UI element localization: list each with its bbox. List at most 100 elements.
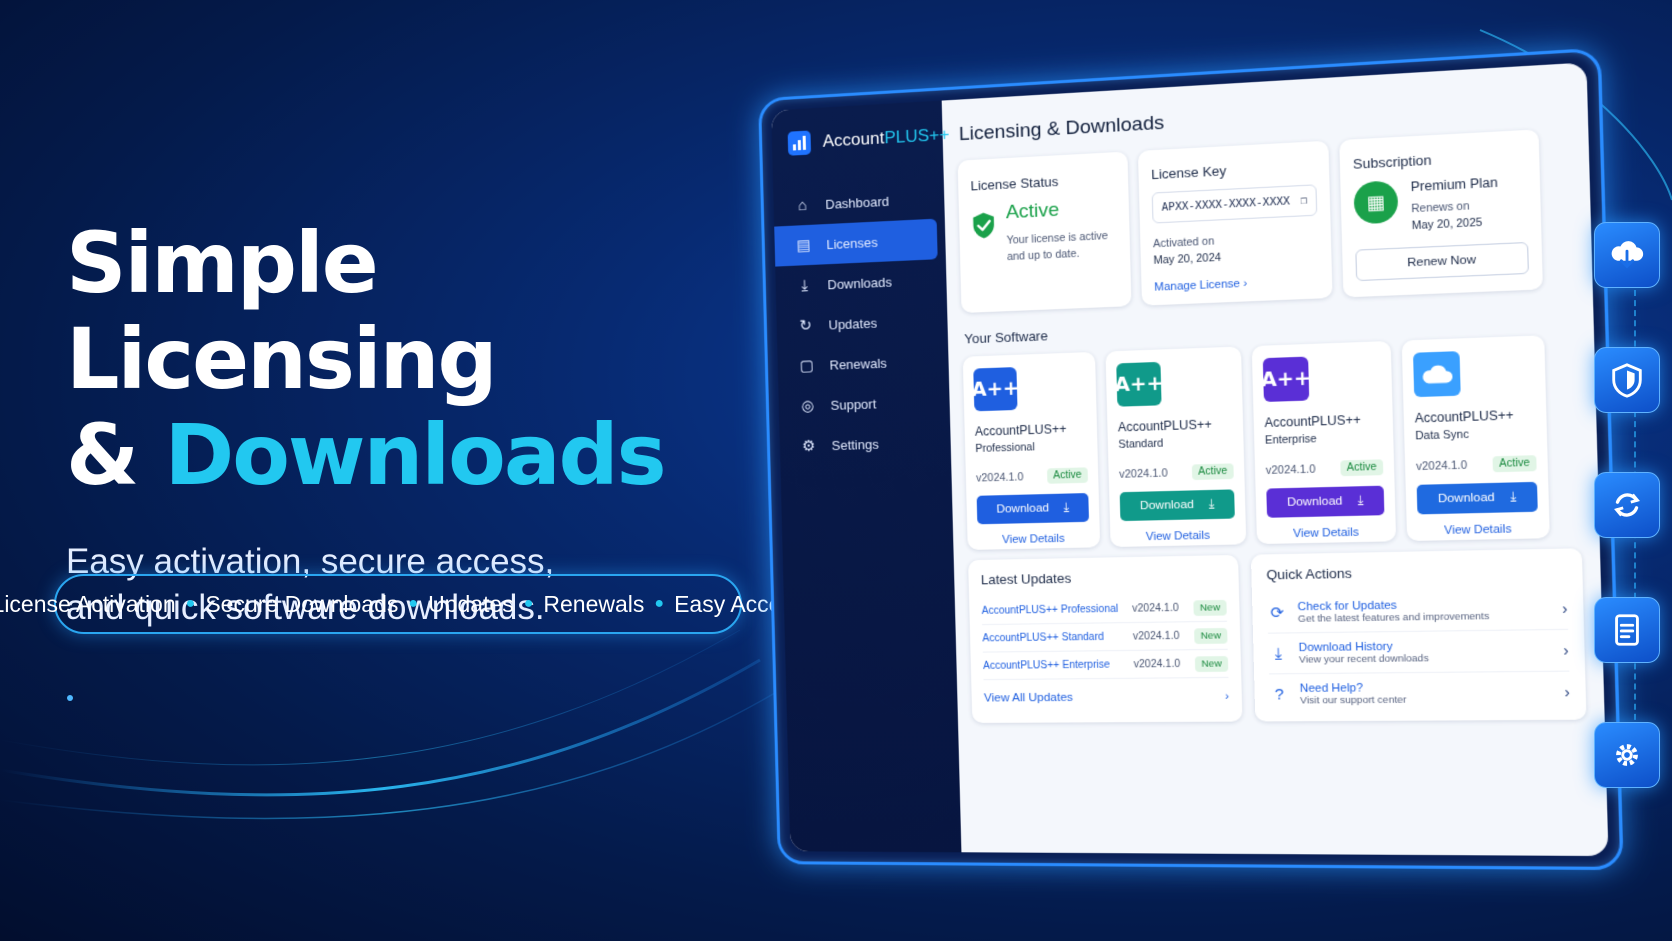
download-button[interactable]: Download ⤓ xyxy=(976,493,1090,525)
cloud-icon xyxy=(1413,351,1461,398)
download-label: Download xyxy=(1437,491,1495,506)
download-icon: ⤓ xyxy=(1063,501,1070,514)
sidebar-item-label: Licenses xyxy=(826,234,878,252)
software-version: v2024.1.0 xyxy=(1265,462,1316,477)
chevron-right-icon: › xyxy=(1224,690,1230,703)
manage-license-link[interactable]: Manage License › xyxy=(1154,274,1319,293)
gear-icon xyxy=(1594,722,1660,788)
update-row[interactable]: AccountPLUS++ Professional v2024.1.0 New xyxy=(981,593,1227,626)
software-edition: Enterprise xyxy=(1264,432,1317,447)
software-card-enterprise: A++ AccountPLUS++ Enterprise v2024.1.0 Act… xyxy=(1251,340,1397,545)
device-frame: AccountPLUS++ ⌂ Dashboard ▤ Licenses ⤓ Down… xyxy=(758,47,1624,871)
clipboard-icon: ▢ xyxy=(799,357,814,375)
view-details-link[interactable]: View Details xyxy=(978,532,1090,547)
license-key-value: APXX-XXXX-XXXX-XXXX xyxy=(1161,195,1291,214)
quick-action-need-help[interactable]: ? Need Help? Visit our support center › xyxy=(1269,672,1570,714)
status-badge: Active xyxy=(1492,455,1537,473)
license-key-card: License Key APXX-XXXX-XXXX-XXXX ❐ Activa… xyxy=(1137,140,1333,306)
sidebar-item-downloads[interactable]: ⤓ Downloads xyxy=(775,259,947,307)
support-icon: ◎ xyxy=(800,397,815,415)
sidebar-item-settings[interactable]: ⚙ Settings xyxy=(779,421,951,466)
card-title: Quick Actions xyxy=(1266,565,1353,583)
sidebar-item-label: Renewals xyxy=(829,355,887,373)
quick-action-download-history[interactable]: ⤓ Download History View your recent downl… xyxy=(1268,629,1570,675)
software-card-professional: A++ AccountPLUS++ Professional v2024.1.0 A… xyxy=(962,351,1101,550)
feature-item: Updates xyxy=(428,590,514,617)
license-status-value: Active xyxy=(1005,199,1060,224)
card-title: Subscription xyxy=(1352,152,1432,172)
hero-title-amp: & xyxy=(66,406,165,504)
latest-updates-card: Latest Updates AccountPLUS++ Professiona… xyxy=(968,554,1243,723)
download-label: Download xyxy=(996,502,1050,516)
update-version: v2024.1.0 xyxy=(1132,630,1180,643)
quick-action-check-updates[interactable]: ⟳ Check for Updates Get the latest featur… xyxy=(1266,588,1569,634)
software-card-data-sync: AccountPLUS++ Data Sync v2024.1.0 Active D… xyxy=(1401,335,1550,542)
download-icon: ⤓ xyxy=(1208,497,1215,511)
view-all-updates-link[interactable]: View All Updates › xyxy=(984,690,1229,704)
update-row[interactable]: AccountPLUS++ Enterprise v2024.1.0 New xyxy=(982,649,1229,681)
brand[interactable]: AccountPLUS++ xyxy=(772,123,950,187)
software-card-standard: A++ AccountPLUS++ Standard v2024.1.0 Activ… xyxy=(1105,346,1247,548)
software-edition: Data Sync xyxy=(1415,428,1470,443)
sidebar-item-renewals[interactable]: ▢ Renewals xyxy=(777,340,949,387)
status-badge: Active xyxy=(1191,463,1234,481)
new-badge: New xyxy=(1194,655,1229,672)
manage-license-label: Manage License xyxy=(1154,277,1241,294)
download-button[interactable]: Download ⤓ xyxy=(1119,489,1235,522)
separator-dot: ● xyxy=(408,595,419,612)
card-title: Latest Updates xyxy=(980,570,1072,588)
update-row[interactable]: AccountPLUS++ Standard v2024.1.0 New xyxy=(982,621,1228,653)
view-details-link[interactable]: View Details xyxy=(1418,522,1539,537)
license-status-desc: Your license is active and up to date. xyxy=(1006,229,1109,264)
license-key-field[interactable]: APXX-XXXX-XXXX-XXXX ❐ xyxy=(1151,184,1318,224)
chevron-right-icon: › xyxy=(1564,683,1571,701)
renew-now-button[interactable]: Renew Now xyxy=(1355,241,1529,282)
software-title: AccountPLUS++ xyxy=(1117,417,1212,435)
sidebar-item-label: Downloads xyxy=(827,273,893,292)
card-title: License Status xyxy=(970,173,1059,194)
app-icon: A++ xyxy=(1114,361,1164,407)
document-icon xyxy=(1594,597,1660,663)
download-button[interactable]: Download ⤓ xyxy=(1266,485,1385,518)
sidebar-item-updates[interactable]: ↻ Updates xyxy=(776,299,948,346)
quick-action-desc: Get the latest features and improvements xyxy=(1297,610,1490,625)
bottom-row: Latest Updates AccountPLUS++ Professiona… xyxy=(968,548,1587,723)
renews-date: May 20, 2025 xyxy=(1411,216,1483,233)
hero-section: Simple Licensing & Downloads Easy activa… xyxy=(66,215,766,631)
sync-icon xyxy=(1594,472,1660,538)
sidebar-item-label: Settings xyxy=(831,436,879,453)
sidebar-item-label: Updates xyxy=(828,314,878,333)
update-name: AccountPLUS++ Professional xyxy=(981,603,1119,617)
feature-item: Secure Downloads xyxy=(205,590,399,617)
update-name: AccountPLUS++ Standard xyxy=(982,631,1105,644)
software-version: v2024.1.0 xyxy=(975,470,1024,485)
software-edition: Professional xyxy=(975,441,1035,456)
download-label: Download xyxy=(1286,495,1343,509)
app-icon: A++ xyxy=(1261,356,1311,402)
software-name: AccountPLUS++ Professional xyxy=(975,420,1088,458)
software-title: AccountPLUS++ xyxy=(1264,412,1361,431)
view-details-link[interactable]: View Details xyxy=(1121,529,1236,544)
shield-check-icon xyxy=(973,212,995,239)
home-icon: ⌂ xyxy=(797,196,808,214)
hero-title: Simple Licensing & Downloads xyxy=(66,215,766,503)
software-edition: Standard xyxy=(1118,437,1164,452)
separator-dot: ● xyxy=(185,595,196,612)
chevron-right-icon: › xyxy=(1563,641,1569,659)
device-mockup: AccountPLUS++ ⌂ Dashboard ▤ Licenses ⤓ Down… xyxy=(758,47,1624,874)
view-all-label: View All Updates xyxy=(983,691,1074,705)
brand-name: AccountPLUS++ xyxy=(822,125,949,152)
copy-icon[interactable]: ❐ xyxy=(1300,194,1307,207)
view-details-link[interactable]: View Details xyxy=(1267,526,1385,541)
update-version: v2024.1.0 xyxy=(1132,602,1179,615)
card-title: License Key xyxy=(1150,162,1227,183)
separator-dot: ● xyxy=(523,595,534,612)
software-version: v2024.1.0 xyxy=(1415,458,1468,473)
sidebar-item-support[interactable]: ◎ Support xyxy=(778,381,950,427)
calendar-icon: ▦ xyxy=(1353,180,1399,225)
feature-item: Renewals xyxy=(543,590,645,617)
status-badge: Active xyxy=(1340,459,1384,477)
main-content: Licensing & Downloads License Status Act… xyxy=(942,62,1609,856)
sidebar-item-label: Dashboard xyxy=(825,193,890,212)
download-button[interactable]: Download ⤓ xyxy=(1416,481,1538,515)
